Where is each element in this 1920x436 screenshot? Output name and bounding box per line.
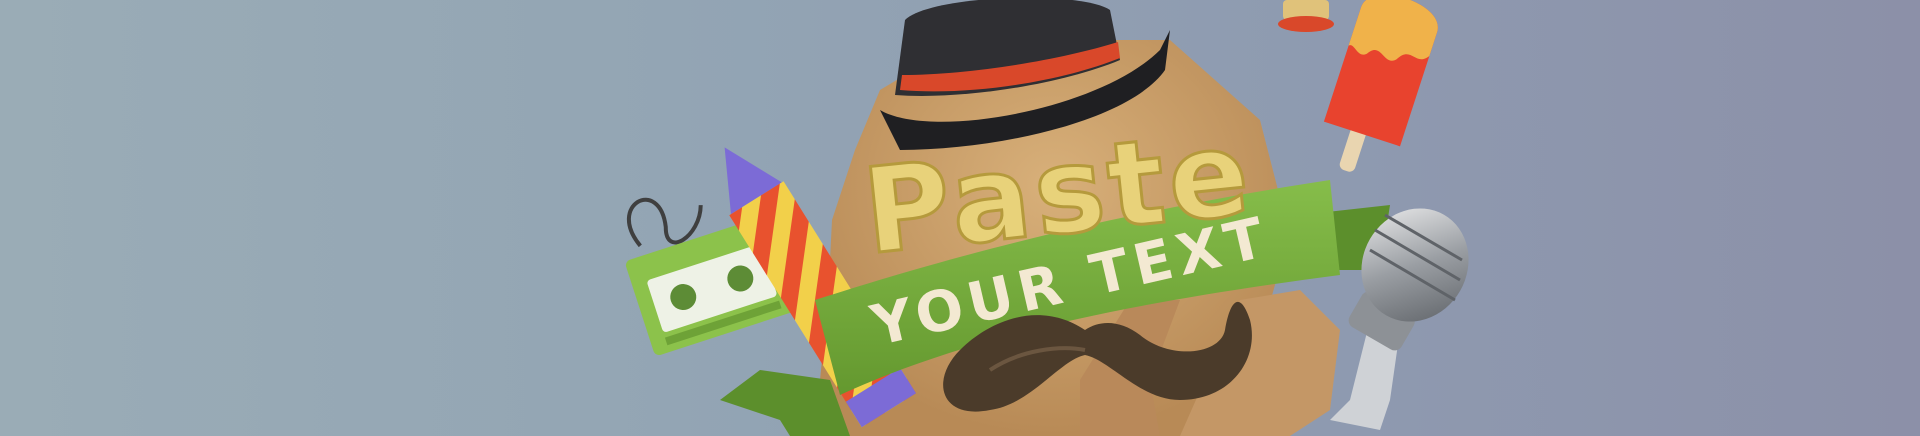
banner-artwork: YOUR TEXT Paste: [625, 0, 1469, 436]
spool-icon: [1278, 0, 1334, 32]
popsicle-icon: [1323, 0, 1438, 172]
promo-banner: YOUR TEXT Paste: [0, 0, 1920, 436]
